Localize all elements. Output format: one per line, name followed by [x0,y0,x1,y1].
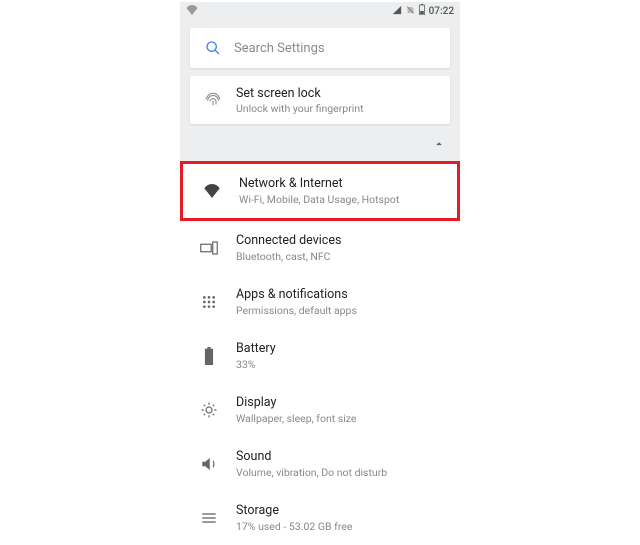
item-battery[interactable]: Battery 33% [180,329,460,383]
no-sim-icon [406,5,415,18]
apps-icon [196,294,222,310]
item-subtitle: Permissions, default apps [236,304,357,317]
item-network-internet[interactable]: Network & Internet Wi-Fi, Mobile, Data U… [180,161,460,221]
item-subtitle: Wallpaper, sleep, font size [236,412,356,425]
brightness-icon [196,401,222,419]
storage-icon [196,511,222,525]
item-subtitle: 33% [236,358,276,371]
item-title: Display [236,395,356,410]
lock-card-subtitle: Unlock with your fingerprint [236,102,364,115]
search-settings[interactable]: Search Settings [190,28,450,68]
sound-icon [196,456,222,472]
set-screen-lock-card[interactable]: Set screen lock Unlock with your fingerp… [190,76,450,124]
settings-list: Network & Internet Wi-Fi, Mobile, Data U… [180,161,460,545]
item-subtitle: Bluetooth, cast, NFC [236,250,341,263]
item-connected-devices[interactable]: Connected devices Bluetooth, cast, NFC [180,221,460,275]
devices-icon [196,241,222,255]
collapse-row[interactable] [180,132,460,161]
item-title: Sound [236,449,387,464]
item-title: Connected devices [236,233,341,248]
wifi-icon [199,184,225,198]
status-bar: 07:22 [180,2,460,20]
item-display[interactable]: Display Wallpaper, sleep, font size [180,383,460,437]
item-subtitle: Volume, vibration, Do not disturb [236,466,387,479]
search-placeholder: Search Settings [234,41,325,56]
item-title: Battery [236,341,276,356]
battery-icon [196,347,222,365]
settings-screen: 07:22 Search Settings Set screen lock Un… [180,2,460,545]
fingerprint-icon [202,91,224,109]
wifi-icon [186,5,198,18]
item-title: Storage [236,503,352,518]
item-title: Apps & notifications [236,287,357,302]
item-subtitle: Wi-Fi, Mobile, Data Usage, Hotspot [239,193,399,206]
chevron-up-icon [432,136,446,155]
signal-icon [392,5,402,18]
status-time: 07:22 [429,6,454,17]
search-icon [202,40,224,56]
item-storage[interactable]: Storage 17% used - 53.02 GB free [180,491,460,545]
item-apps-notifications[interactable]: Apps & notifications Permissions, defaul… [180,275,460,329]
lock-card-title: Set screen lock [236,86,364,101]
item-subtitle: 17% used - 53.02 GB free [236,520,352,533]
item-sound[interactable]: Sound Volume, vibration, Do not disturb [180,437,460,491]
battery-icon [419,4,425,18]
item-title: Network & Internet [239,176,399,191]
